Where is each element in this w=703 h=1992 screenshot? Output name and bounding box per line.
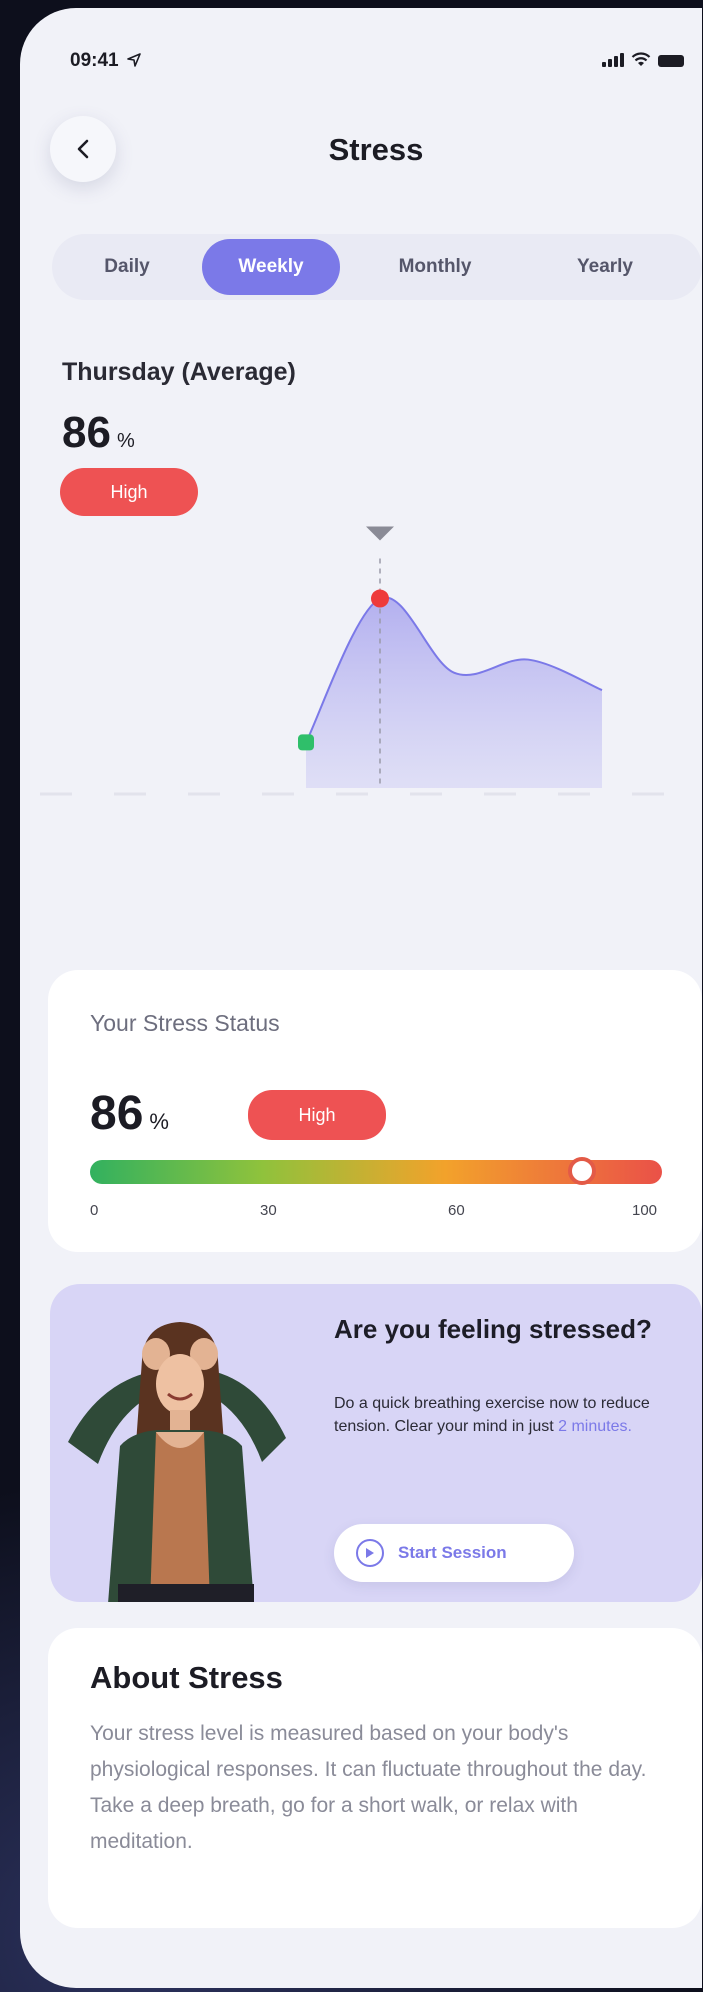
stress-area-chart[interactable] <box>20 498 702 898</box>
gauge-tick-60: 60 <box>448 1202 465 1219</box>
status-time-text: 09:41 <box>70 50 119 71</box>
chart-value-unit: % <box>116 430 135 452</box>
about-stress-card: About Stress Your stress level is measur… <box>48 1628 702 1928</box>
stress-gauge-knob[interactable] <box>567 1157 596 1185</box>
gauge-tick-30: 30 <box>260 1202 277 1219</box>
tab-daily[interactable]: Daily <box>52 239 202 295</box>
about-text: Your stress level is measured based on y… <box>90 1722 647 1853</box>
stressed-woman-illustration <box>68 1322 286 1602</box>
chart-selection-marker-icon[interactable] <box>366 526 394 541</box>
chart-high-point[interactable] <box>371 589 389 608</box>
stress-gauge-bar <box>90 1157 662 1185</box>
page-title: Stress <box>328 132 424 167</box>
status-bar: 09:41 <box>20 8 702 118</box>
battery-icon <box>658 55 684 67</box>
play-icon <box>356 1539 384 1567</box>
phone-screen: 09:41 Stress Daily Weekly Monthly Yearly… <box>20 8 702 1988</box>
status-icons <box>602 52 684 67</box>
stress-status-label: Your Stress Status <box>90 1010 280 1036</box>
stress-status-number: 86 <box>90 1087 144 1140</box>
stress-status-unit: % <box>149 1109 169 1134</box>
tab-yearly[interactable]: Yearly <box>530 239 680 295</box>
stress-status-badge: High <box>248 1090 386 1140</box>
gauge-tick-0: 0 <box>90 1202 99 1219</box>
start-session-button[interactable]: Start Session <box>334 1524 574 1582</box>
wifi-icon <box>631 52 651 66</box>
status-time: 09:41 <box>70 50 142 72</box>
tab-weekly[interactable]: Weekly <box>202 239 340 295</box>
cellular-signal-icon <box>602 53 624 67</box>
period-tabs: Daily Weekly Monthly Yearly <box>52 234 702 300</box>
start-session-label: Start Session <box>398 1543 507 1562</box>
chart-low-point[interactable] <box>298 734 314 751</box>
about-title: About Stress <box>90 1660 283 1695</box>
chart-value: 86% <box>62 408 135 458</box>
chart-value-number: 86 <box>62 408 111 457</box>
tab-monthly[interactable]: Monthly <box>340 239 530 295</box>
chart-day-label: Thursday (Average) <box>62 358 296 386</box>
stress-status-card: Your Stress Status 86% High 0 30 60 100 <box>48 970 702 1252</box>
chart-area-fill <box>306 597 602 788</box>
breathing-promo-card: Are you feeling stressed? Do a quick bre… <box>50 1284 702 1602</box>
promo-title: Are you feeling stressed? <box>334 1314 652 1344</box>
stress-status-value: 86% <box>90 1086 169 1141</box>
promo-text-accent: 2 minutes. <box>558 1418 632 1435</box>
promo-text: Do a quick breathing exercise now to red… <box>334 1392 664 1438</box>
location-arrow-icon <box>127 53 141 67</box>
gauge-tick-100: 100 <box>632 1202 658 1219</box>
